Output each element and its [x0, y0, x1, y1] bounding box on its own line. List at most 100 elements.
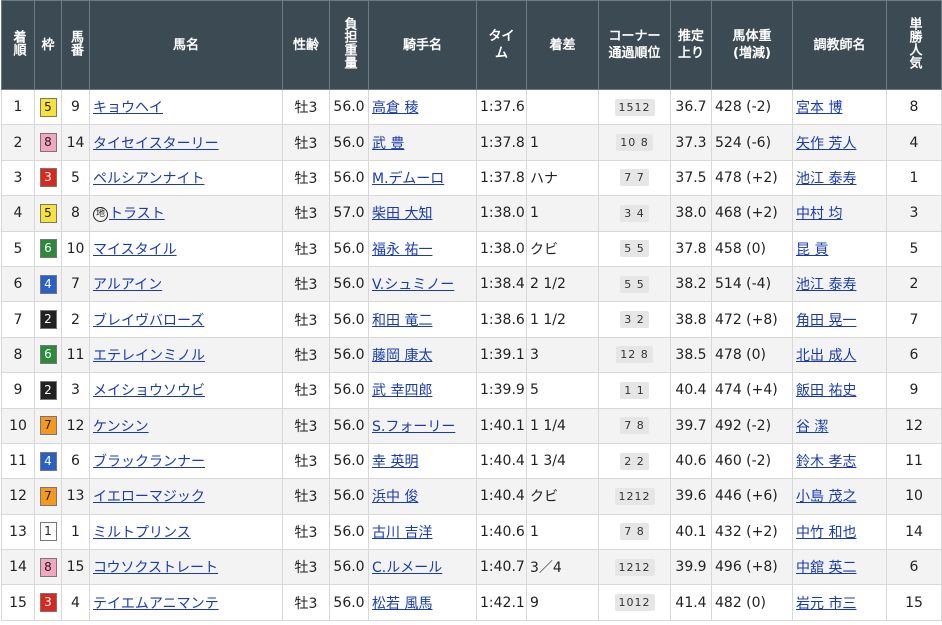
popularity: 4	[909, 134, 919, 151]
body-weight: 482 (0)	[715, 594, 767, 611]
header-horse: 馬名	[89, 0, 283, 90]
trainer-link[interactable]: 岩元 市三	[796, 596, 856, 612]
sex-age: 牡3	[294, 135, 318, 152]
sex-age: 牡3	[294, 100, 318, 117]
trainer-link[interactable]: 飯田 祐史	[796, 383, 856, 399]
sex-age: 牡3	[294, 170, 318, 187]
body-weight-cell: 428 (-2)	[711, 88, 793, 126]
body-weight: 492 (-2)	[715, 417, 772, 434]
popularity-cell: 6	[886, 549, 942, 586]
header-rank: 着順	[1, 0, 35, 90]
corner-cell: 2 2	[598, 442, 671, 480]
horse-name-link[interactable]: キョウヘイ	[93, 100, 163, 116]
trainer-link[interactable]: 中竹 和也	[796, 525, 856, 541]
trainer-link[interactable]: 宮本 博	[796, 100, 842, 116]
horse-name-link[interactable]: ペルシアンナイト	[93, 171, 204, 187]
trainer-link[interactable]: 昆 貢	[796, 242, 828, 258]
table-row: 15 3 4 テイエムアニマンテ 牡3 56.0 松若 風馬 1:42.1 9 1012 41.4 4…	[1, 584, 942, 621]
body-weight: 472 (+8)	[715, 311, 778, 328]
waku-badge: 8	[39, 133, 57, 153]
horse-name-link[interactable]: ブレイヴバローズ	[93, 313, 204, 329]
umaban: 6	[71, 453, 80, 470]
trainer-link[interactable]: 鈴木 孝志	[796, 454, 856, 470]
corner-order: 12 8	[616, 346, 653, 364]
sex-age: 牡3	[294, 524, 318, 541]
rank-cell: 2	[1, 124, 35, 161]
horse-name-link[interactable]: ケンシン	[93, 419, 149, 435]
horse-name-cell: メイショウソウビ	[89, 372, 283, 409]
header-waku: 枠	[34, 0, 62, 90]
jockey-link[interactable]: M.デムーロ	[372, 171, 444, 187]
horse-name-link[interactable]: エテレインミノル	[93, 348, 205, 364]
header-corner: コーナー 通過順位	[598, 0, 671, 90]
horse-name-link[interactable]: マイスタイル	[93, 242, 177, 258]
horse-name-link[interactable]: テイエムアニマンテ	[93, 596, 219, 612]
weight: 56.0	[333, 99, 365, 116]
horse-name-link[interactable]: イエローマジック	[93, 489, 205, 505]
table-row: 9 2 3 メイショウソウビ 牡3 56.0 武 幸四郎 1:39.9 5 1 1 40.4 474 …	[1, 372, 942, 409]
horse-name-link[interactable]: コウソクストレート	[93, 560, 218, 576]
last3f-cell: 38.8	[670, 301, 712, 338]
jockey-link[interactable]: 古川 吉洋	[372, 525, 432, 541]
last3f-cell: 39.6	[670, 478, 712, 515]
jockey-link[interactable]: 和田 竜二	[372, 313, 432, 329]
waku-badge: 5	[39, 203, 57, 223]
horse-name-link[interactable]: ブラックランナー	[93, 454, 205, 470]
jockey-link[interactable]: 幸 英明	[372, 454, 418, 470]
trainer-link[interactable]: 矢作 芳人	[796, 136, 856, 152]
waku-badge: 3	[39, 593, 57, 613]
header-body-weight: 馬体重 (増減)	[711, 0, 793, 90]
horse-name-cell: ケンシン	[89, 407, 283, 444]
jockey-link-cell: 武 幸四郎	[368, 372, 477, 409]
jockey-link[interactable]: 柴田 大知	[372, 206, 432, 222]
horse-name-cell: タイセイスターリー	[89, 124, 283, 161]
trainer-link[interactable]: 中舘 英二	[796, 560, 856, 576]
jockey-link[interactable]: 高倉 稜	[372, 100, 418, 116]
trainer-link[interactable]: 角田 晃一	[796, 313, 856, 329]
jockey-link[interactable]: V.シュミノー	[372, 277, 454, 293]
horse-name-cell: 地トラスト	[89, 195, 283, 232]
trainer-link[interactable]: 谷 潔	[796, 419, 828, 435]
corner-cell: 7 7	[598, 159, 671, 197]
weight: 56.0	[333, 488, 365, 505]
sex-age: 牡3	[294, 454, 318, 471]
popularity-cell: 10	[886, 478, 942, 515]
trainer-link-cell: 鈴木 孝志	[792, 442, 887, 480]
horse-name-link[interactable]: ミルトプリンス	[93, 525, 191, 541]
trainer-link[interactable]: 中村 均	[796, 206, 842, 222]
trainer-link[interactable]: 小島 茂之	[796, 489, 856, 505]
waku-cell: 3	[34, 159, 62, 197]
time-cell: 1:40.6	[476, 513, 527, 551]
waku-cell: 5	[34, 88, 62, 126]
header-umaban-label: 馬番	[68, 29, 83, 56]
jockey-link[interactable]: 浜中 俊	[372, 489, 418, 505]
body-weight-cell: 478 (0)	[711, 336, 793, 374]
jockey-link[interactable]: 福永 祐一	[372, 242, 432, 258]
horse-name-link[interactable]: アルアイン	[93, 277, 162, 293]
trainer-link[interactable]: 池江 泰寿	[796, 277, 856, 293]
time-cell: 1:40.1	[476, 407, 527, 444]
sex-age-cell: 牡3	[282, 478, 330, 515]
rank-cell: 11	[1, 442, 35, 480]
jockey-link[interactable]: 武 豊	[372, 136, 404, 152]
jockey-link[interactable]: C.ルメール	[372, 560, 442, 576]
weight-cell: 56.0	[329, 407, 369, 444]
trainer-link[interactable]: 池江 泰寿	[796, 171, 856, 187]
time-cell: 1:40.4	[476, 478, 527, 515]
jockey-link[interactable]: S.フォーリー	[372, 419, 455, 435]
horse-name-link[interactable]: メイショウソウビ	[93, 383, 205, 399]
horse-name-link[interactable]: トラスト	[109, 206, 165, 222]
body-weight-cell: 474 (+4)	[711, 372, 793, 409]
jockey-link[interactable]: 武 幸四郎	[372, 383, 432, 399]
margin: 3／4	[530, 560, 562, 577]
table-row: 10 7 12 ケンシン 牡3 56.0 S.フォーリー 1:40.1 1 1/4 7 8 39.7…	[1, 407, 942, 444]
trainer-link[interactable]: 北出 成人	[796, 348, 856, 364]
trainer-link-cell: 飯田 祐史	[792, 372, 887, 409]
waku-cell: 6	[34, 336, 62, 374]
jockey-link[interactable]: 藤岡 康太	[372, 348, 432, 364]
header-sex-age-label: 性齢	[292, 37, 319, 53]
jockey-link[interactable]: 松若 風馬	[372, 596, 432, 612]
horse-name-link[interactable]: タイセイスターリー	[93, 136, 219, 152]
popularity-cell: 11	[886, 442, 942, 480]
rank-cell: 3	[1, 159, 35, 197]
